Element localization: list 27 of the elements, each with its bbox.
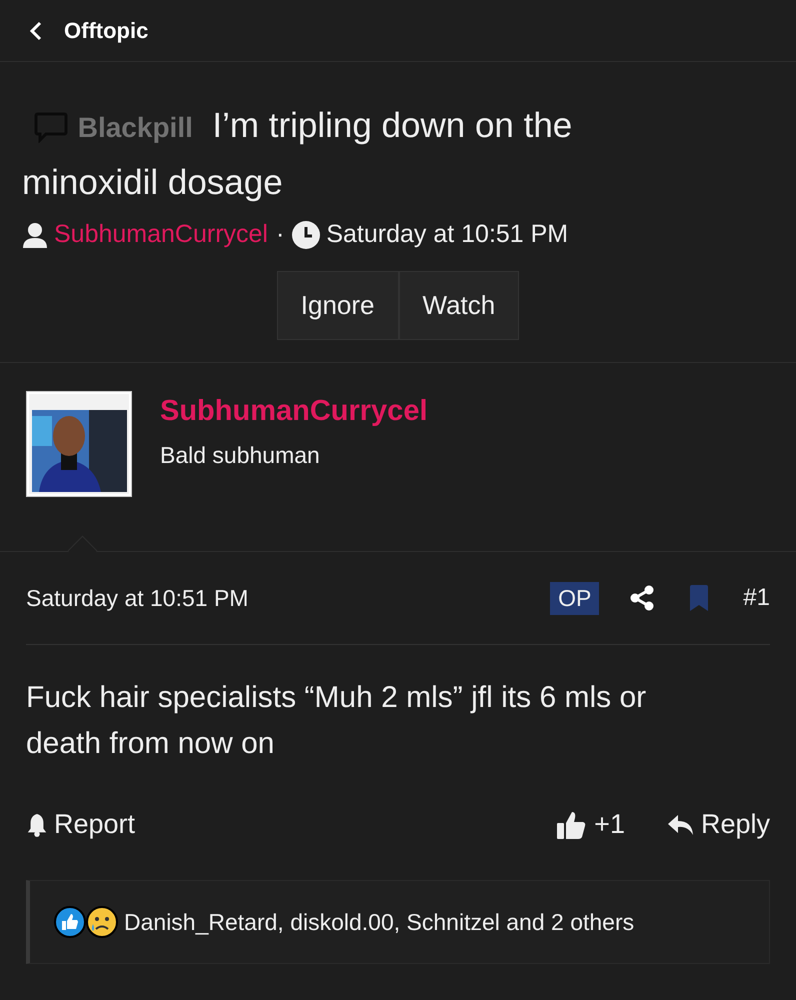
post-body: Fuck hair specialists “Muh 2 mls” jfl its 6 mls or death from now on	[26, 680, 648, 762]
like-count: +1	[594, 809, 625, 840]
bell-icon	[26, 812, 48, 836]
forum-title[interactable]: Offtopic	[64, 18, 148, 44]
like-reaction-icon	[54, 906, 86, 938]
reply-link[interactable]: Reply	[666, 809, 770, 840]
thumbs-up-icon[interactable]	[556, 810, 586, 840]
sad-face-icon	[86, 906, 118, 938]
report-link[interactable]: Report	[26, 809, 136, 840]
clock-icon	[292, 220, 320, 248]
user-icon	[22, 222, 48, 248]
reactions-bar[interactable]: Danish_Retard, diskold.00, Schnitzel and 2 others	[26, 880, 770, 964]
reply-icon	[666, 812, 695, 836]
username[interactable]: SubhumanCurrycel	[160, 395, 428, 428]
thread-button[interactable]: Ignore	[276, 271, 398, 340]
user-title: Bald subhuman	[160, 442, 321, 469]
share-icon[interactable]	[629, 585, 656, 611]
post-date[interactable]: Saturday at 10:51 PM	[26, 584, 550, 612]
post-number[interactable]: #1	[743, 584, 770, 612]
back-icon[interactable]	[30, 20, 42, 40]
thread-button[interactable]: Watch	[398, 271, 520, 340]
reaction-users[interactable]: Danish_Retard, diskold.00, Schnitzel and 2 others	[124, 908, 634, 936]
op-badge: OP	[550, 582, 600, 614]
thread-title: Blackpill I’m tripling down on the minoxidil dosage	[22, 105, 574, 204]
separator: ·	[276, 220, 284, 249]
author-link[interactable]: SubhumanCurrycel	[54, 220, 268, 249]
thread-date: Saturday at 10:51 PM	[326, 220, 568, 249]
